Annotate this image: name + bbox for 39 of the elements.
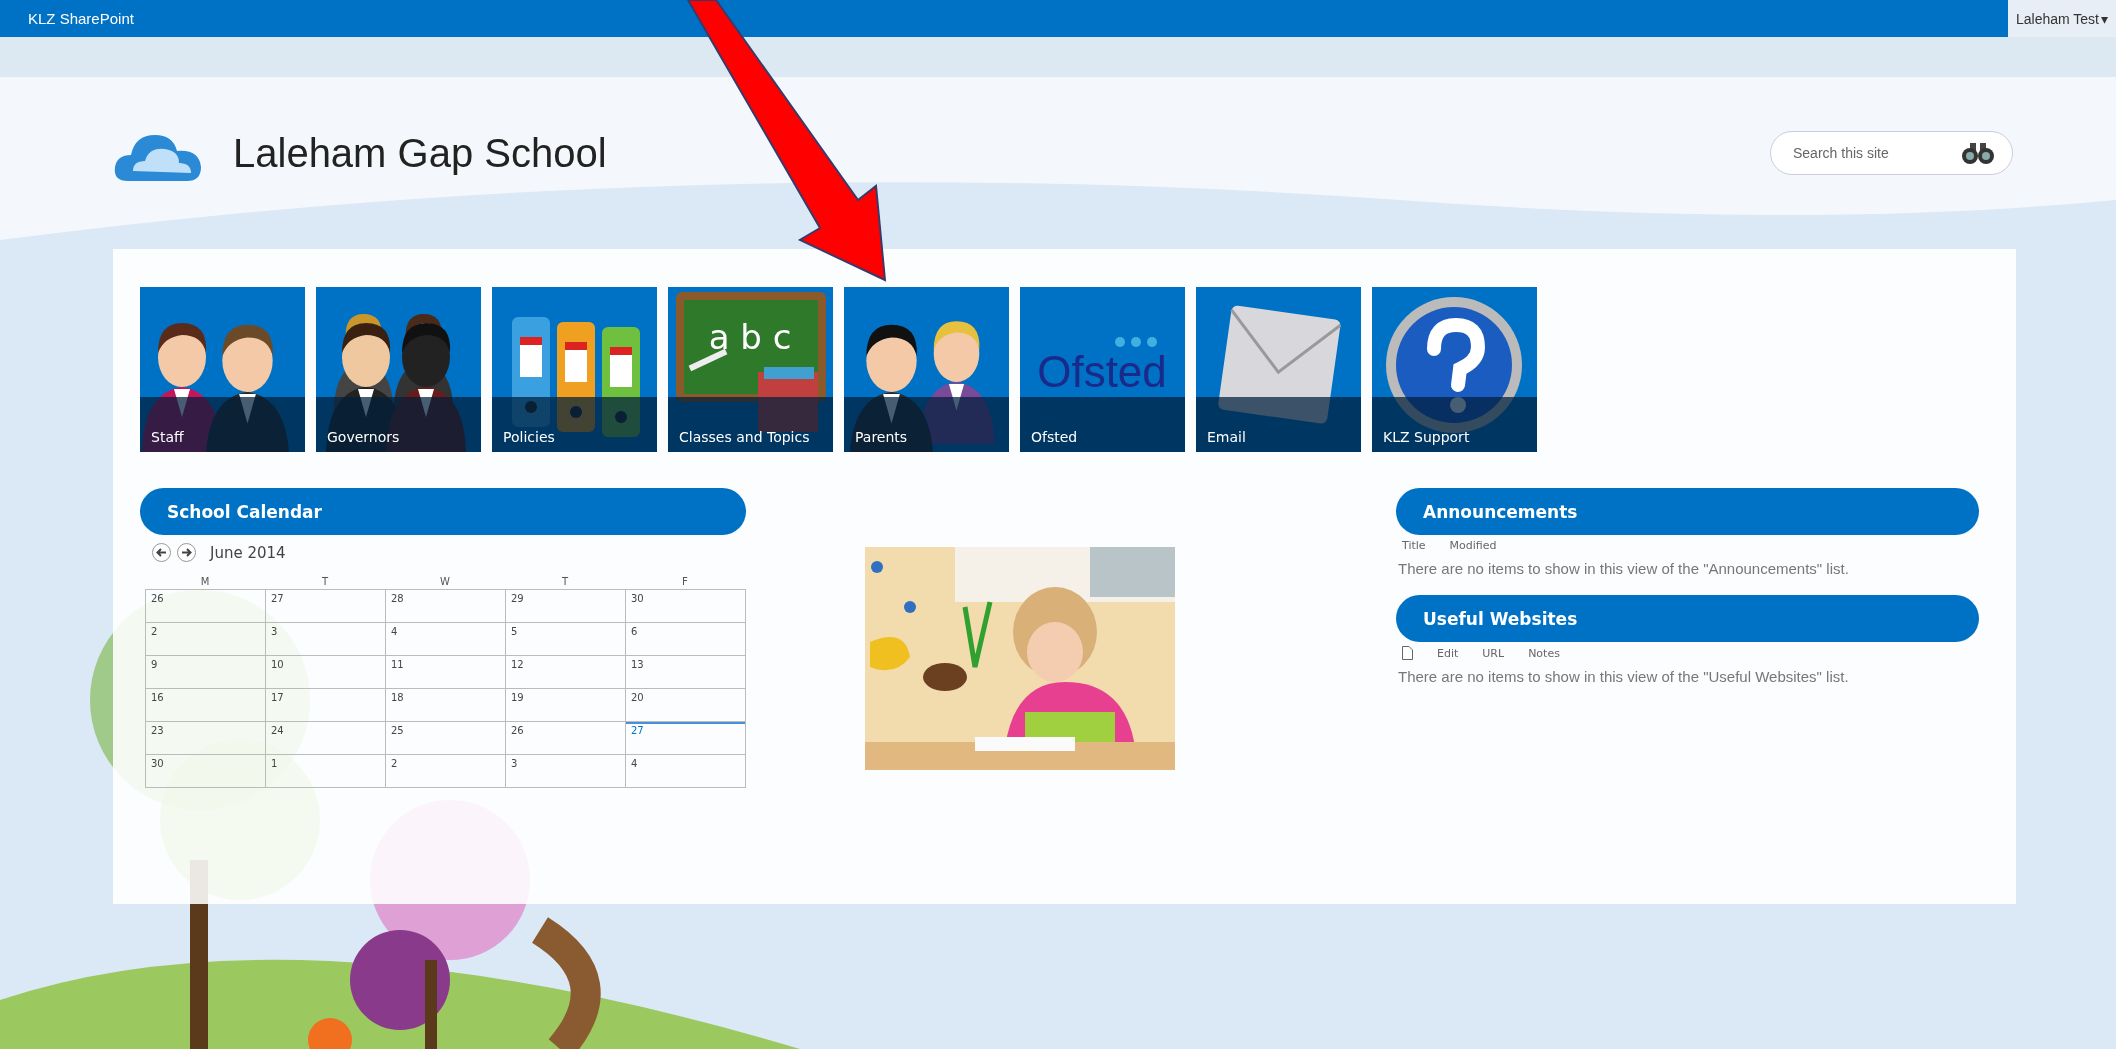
tile-link[interactable]: Staff xyxy=(140,287,305,452)
weekday-label: W xyxy=(439,576,451,589)
calendar-day[interactable]: 27 xyxy=(625,721,746,755)
tile-link[interactable]: Email xyxy=(1196,287,1361,452)
calendar-day[interactable]: 4 xyxy=(625,754,746,788)
column-header[interactable]: Edit xyxy=(1437,646,1459,660)
weekday-label: F xyxy=(681,576,689,589)
list-header: Announcements xyxy=(1396,488,1979,535)
previous-month-button[interactable] xyxy=(152,543,171,562)
search-field[interactable]: Search this site xyxy=(1770,131,2013,175)
list-header: Useful Websites xyxy=(1396,595,1979,642)
weekday-label: T xyxy=(320,576,330,589)
arrow-left-icon xyxy=(156,547,167,558)
calendar-day[interactable]: 26 xyxy=(145,589,266,623)
tile-link[interactable]: Parents xyxy=(844,287,1009,452)
site-title: Laleham Gap School xyxy=(233,130,608,176)
tile-link[interactable]: KLZ Support xyxy=(1372,287,1537,452)
weekday-label: T xyxy=(560,576,570,589)
tile-link[interactable]: Policies xyxy=(492,287,657,452)
column-header[interactable]: Title xyxy=(1402,539,1426,552)
tile-link[interactable]: Governors xyxy=(316,287,481,452)
calendar-month: June 2014 xyxy=(210,543,286,562)
empty-list-message: There are no items to show in this view of the "Useful Websites" list. xyxy=(1398,668,1850,685)
column-header[interactable]: URL xyxy=(1482,646,1505,660)
calendar-day[interactable]: 30 xyxy=(145,754,266,788)
calendar-day[interactable]: 30 xyxy=(625,589,746,623)
binoculars-icon[interactable] xyxy=(1961,141,1995,165)
user-menu-button[interactable]: Laleham Test▾ xyxy=(2008,0,2116,37)
site-brand-link[interactable]: KLZ SharePoint xyxy=(28,10,134,27)
calendar-header: School Calendar xyxy=(140,488,746,535)
next-month-button[interactable] xyxy=(177,543,196,562)
column-header[interactable]: Modified xyxy=(1449,539,1497,552)
empty-list-message: There are no items to show in this view of the "Announcements" list. xyxy=(1398,560,1850,577)
tile-link[interactable]: Ofsted Ofsted xyxy=(1020,287,1185,452)
column-header[interactable]: Notes xyxy=(1528,646,1560,660)
weekday-label: M xyxy=(199,576,211,589)
arrow-right-icon xyxy=(181,547,192,558)
tile-link[interactable]: a b c Classes and Topics xyxy=(668,287,833,452)
document-icon xyxy=(1402,646,1413,660)
